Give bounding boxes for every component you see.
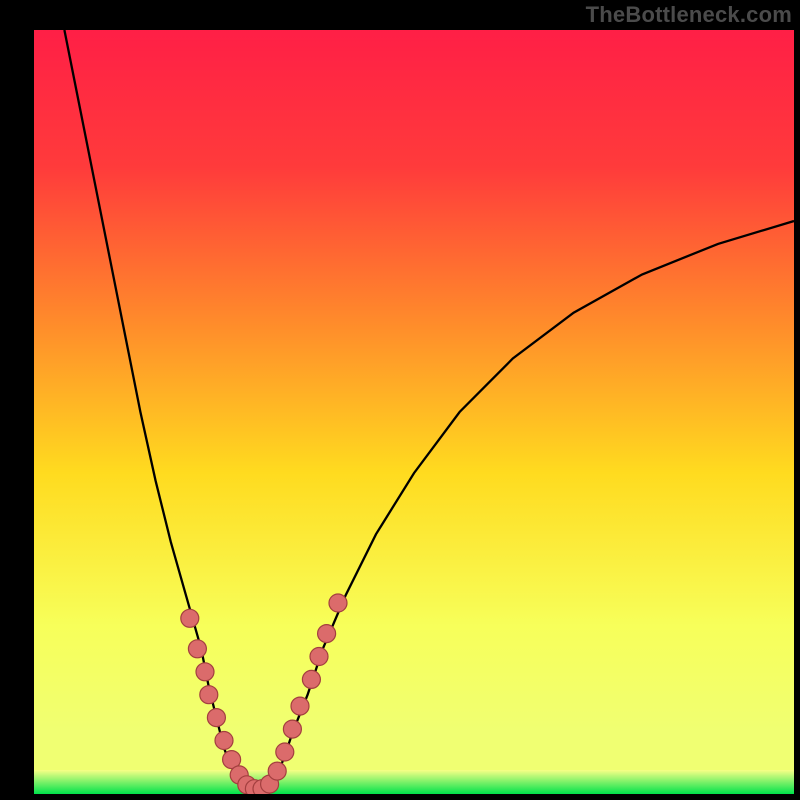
curve-marker bbox=[329, 594, 347, 612]
curve-marker bbox=[200, 686, 218, 704]
curve-marker bbox=[207, 709, 225, 727]
curve-marker bbox=[283, 720, 301, 738]
bottleneck-curve bbox=[64, 30, 794, 790]
curve-marker bbox=[276, 743, 294, 761]
curve-marker bbox=[268, 762, 286, 780]
curve-marker bbox=[302, 670, 320, 688]
curve-marker bbox=[181, 609, 199, 627]
curve-layer bbox=[34, 30, 794, 794]
curve-marker bbox=[310, 648, 328, 666]
curve-marker bbox=[291, 697, 309, 715]
curve-marker bbox=[215, 732, 233, 750]
curve-marker bbox=[188, 640, 206, 658]
plot-area bbox=[34, 30, 794, 794]
watermark-text: TheBottleneck.com bbox=[586, 2, 792, 28]
chart-frame: TheBottleneck.com bbox=[0, 0, 800, 800]
curve-markers bbox=[181, 594, 347, 794]
curve-marker bbox=[318, 625, 336, 643]
curve-marker bbox=[196, 663, 214, 681]
